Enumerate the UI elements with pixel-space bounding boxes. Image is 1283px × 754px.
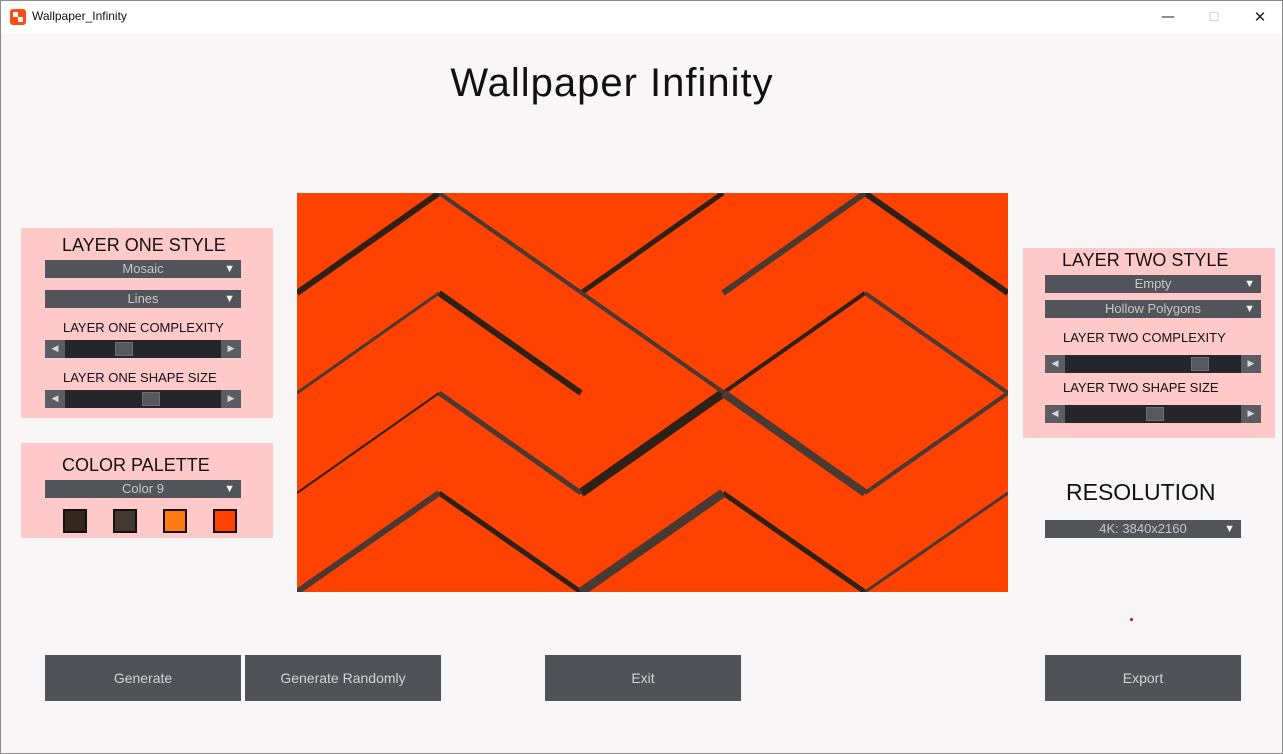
pattern-line	[721, 291, 867, 395]
generate-button[interactable]: Generate	[45, 655, 241, 701]
app-logo-icon	[10, 9, 26, 25]
dropdown-arrow-icon: ▼	[224, 293, 235, 305]
pattern-line	[437, 490, 583, 592]
pattern-line	[578, 489, 726, 592]
pattern-line	[721, 193, 867, 296]
dropdown-arrow-icon: ▼	[1224, 523, 1235, 535]
slider-left-arrow-icon[interactable]: ◀	[1045, 405, 1065, 423]
exit-button[interactable]: Exit	[545, 655, 741, 701]
layer-one-complexity-slider[interactable]: ◀ ▶	[45, 340, 241, 358]
layer-one-style-dropdown[interactable]: Mosaic ▼	[45, 260, 241, 278]
title-bar: Wallpaper_Infinity — ☐ ✕	[1, 1, 1282, 33]
slider-thumb[interactable]	[1145, 407, 1164, 421]
layer-two-panel: LAYER TWO STYLE Empty ▼ Hollow Polygons …	[1023, 248, 1275, 438]
wallpaper-preview-canvas	[297, 193, 1008, 592]
color-swatch	[163, 509, 187, 533]
pattern-line	[297, 392, 440, 494]
dropdown-arrow-icon: ▼	[1244, 303, 1255, 315]
slider-left-arrow-icon[interactable]: ◀	[45, 390, 65, 408]
pattern-line	[863, 391, 1008, 495]
dropdown-arrow-icon: ▼	[224, 263, 235, 275]
pattern-line	[297, 490, 441, 592]
layer-two-complexity-slider[interactable]: ◀ ▶	[1045, 355, 1261, 373]
export-button[interactable]: Export	[1045, 655, 1241, 701]
pattern-line	[578, 389, 726, 497]
layer-two-shape-size-label: LAYER TWO SHAPE SIZE	[1063, 380, 1219, 395]
layer-two-shape-value: Hollow Polygons	[1104, 301, 1202, 316]
dropdown-arrow-icon: ▼	[1244, 278, 1255, 290]
layer-one-shape-value: Lines	[127, 291, 159, 306]
status-dot	[1130, 618, 1133, 621]
pattern-line	[720, 389, 868, 497]
wallpaper-preview	[297, 193, 1008, 592]
slider-left-arrow-icon[interactable]: ◀	[45, 340, 65, 358]
slider-right-arrow-icon[interactable]: ▶	[1241, 355, 1261, 373]
layer-two-style-value: Empty	[1134, 276, 1172, 291]
dropdown-arrow-icon: ▼	[224, 483, 235, 495]
slider-left-arrow-icon[interactable]: ◀	[1045, 355, 1065, 373]
generate-randomly-button[interactable]: Generate Randomly	[245, 655, 441, 701]
pattern-line	[863, 291, 1008, 395]
color-palette-dropdown[interactable]: Color 9 ▼	[45, 480, 241, 498]
app-window: Wallpaper_Infinity — ☐ ✕ Wallpaper Infin…	[0, 0, 1283, 754]
color-palette-panel: COLOR PALETTE Color 9 ▼	[21, 443, 273, 538]
layer-two-style-title: LAYER TWO STYLE	[1062, 250, 1229, 270]
app-heading: Wallpaper Infinity	[450, 61, 774, 105]
color-swatch	[63, 509, 87, 533]
window-title: Wallpaper_Infinity	[32, 9, 127, 23]
maximize-button[interactable]: ☐	[1191, 1, 1237, 33]
resolution-value: 4K: 3840x2160	[1099, 521, 1187, 536]
pattern-line	[721, 490, 867, 592]
close-button[interactable]: ✕	[1237, 1, 1282, 33]
layer-one-style-title: LAYER ONE STYLE	[62, 235, 226, 255]
layer-one-shape-dropdown[interactable]: Lines ▼	[45, 290, 241, 308]
layer-one-panel: LAYER ONE STYLE Mosaic ▼ Lines ▼ LAYER O…	[21, 228, 273, 418]
layer-two-complexity-label: LAYER TWO COMPLEXITY	[1063, 330, 1226, 345]
pattern-line	[297, 291, 440, 395]
slider-thumb[interactable]	[1191, 357, 1210, 371]
pattern-line	[437, 390, 583, 496]
layer-two-shape-dropdown[interactable]: Hollow Polygons ▼	[1045, 300, 1261, 318]
slider-right-arrow-icon[interactable]: ▶	[221, 390, 241, 408]
color-swatch	[213, 509, 237, 533]
pattern-line	[297, 193, 441, 296]
resolution-title: RESOLUTION	[1066, 479, 1216, 505]
color-palette-value: Color 9	[122, 481, 164, 496]
slider-right-arrow-icon[interactable]: ▶	[221, 340, 241, 358]
layer-two-shape-size-slider[interactable]: ◀ ▶	[1045, 405, 1261, 423]
resolution-dropdown[interactable]: 4K: 3840x2160 ▼	[1045, 520, 1241, 538]
slider-thumb[interactable]	[114, 342, 133, 356]
slider-thumb[interactable]	[142, 392, 161, 406]
layer-one-style-value: Mosaic	[122, 261, 164, 276]
minimize-button[interactable]: —	[1145, 1, 1191, 33]
layer-one-shape-size-slider[interactable]: ◀ ▶	[45, 390, 241, 408]
layer-one-complexity-label: LAYER ONE COMPLEXITY	[63, 320, 224, 335]
pattern-line	[864, 491, 1008, 592]
pattern-line	[437, 290, 583, 396]
color-palette-title: COLOR PALETTE	[62, 455, 210, 475]
slider-right-arrow-icon[interactable]: ▶	[1241, 405, 1261, 423]
layer-two-style-dropdown[interactable]: Empty ▼	[1045, 275, 1261, 293]
layer-one-shape-size-label: LAYER ONE SHAPE SIZE	[63, 370, 217, 385]
pattern-line	[863, 193, 1008, 296]
pattern-line	[579, 193, 725, 296]
color-swatch	[113, 509, 137, 533]
